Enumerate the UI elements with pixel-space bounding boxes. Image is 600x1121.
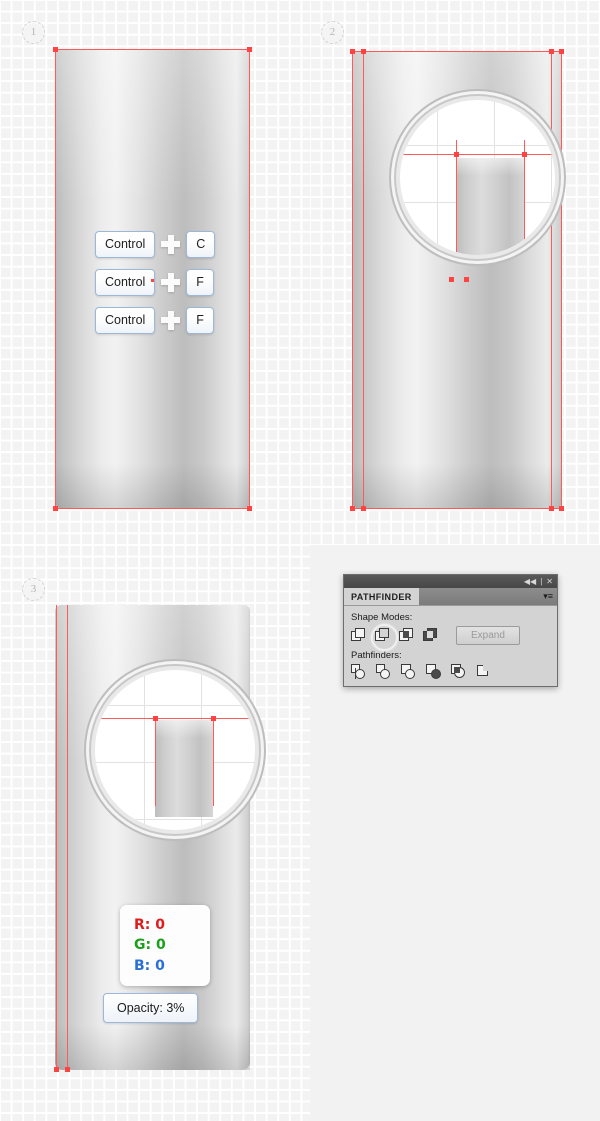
step3-lens-metal <box>155 720 213 817</box>
pathfinder-body: Shape Modes: Expand Pathfinders: <box>344 606 557 686</box>
step2-anchor-tl <box>350 49 355 54</box>
step2-loose-anchor-1 <box>449 277 454 282</box>
shape-modes-row: Expand <box>351 624 550 651</box>
plus-icon-2 <box>161 272 181 292</box>
step3-anchor-bl2 <box>65 1067 70 1072</box>
step2-lens-vguide-right <box>524 140 525 255</box>
shortcut-row-2: Control F <box>95 269 214 296</box>
merge-icon[interactable] <box>401 664 416 679</box>
step2-lens-anchor-right <box>522 152 527 157</box>
step2-lens-metal <box>456 158 524 255</box>
step2-lens-anchor-left <box>454 152 459 157</box>
plus-icon-1 <box>161 234 181 254</box>
step2-anchor-br <box>559 506 564 511</box>
step3-lens-vguide-left <box>155 718 156 806</box>
step1-anchor-tr <box>247 47 252 52</box>
step2-anchor-bl2 <box>361 506 366 511</box>
step3-anchor-bl <box>54 1067 59 1072</box>
step2-anchor-tr <box>559 49 564 54</box>
step2-magnifier-lens <box>400 100 555 255</box>
expand-button[interactable]: Expand <box>456 626 520 645</box>
plus-icon-3 <box>161 310 181 330</box>
step2-bottom-shade <box>352 463 562 509</box>
titlebar-divider: | <box>540 576 543 586</box>
tab-pathfinder[interactable]: PATHFINDER <box>344 588 419 605</box>
step2-anchor-br2 <box>549 506 554 511</box>
step-badge-3: 3 <box>22 578 45 601</box>
outline-icon[interactable] <box>451 664 466 679</box>
step3-lens-hguide <box>95 718 255 719</box>
step1-bottom-shade <box>55 463 250 509</box>
pathfinder-panel: ◀◀ | ✕ PATHFINDER ▾≡ Shape Modes: Expand… <box>343 574 558 687</box>
rgb-red-value: R: 0 <box>134 917 165 933</box>
rgb-color-card: R: 0 G: 0 B: 0 <box>120 905 210 986</box>
step2-anchor-bl <box>350 506 355 511</box>
step1-anchor-tl <box>53 47 58 52</box>
step2-anchor-tr2 <box>549 49 554 54</box>
step3-lens-anchor-right <box>211 716 216 721</box>
step2-lens-hguide <box>400 154 555 155</box>
pathfinders-row <box>351 664 550 679</box>
minus-front-icon[interactable] <box>371 624 398 651</box>
step3-lens-sheen <box>155 720 213 738</box>
trim-icon[interactable] <box>376 664 391 679</box>
step1-anchor-bl <box>53 506 58 511</box>
shape-modes-label: Shape Modes: <box>351 612 413 623</box>
step1-path-anchor-mid <box>151 279 154 282</box>
tabbar-filler: ▾≡ <box>419 588 557 605</box>
rgb-green-value: G: 0 <box>134 937 166 954</box>
step3-guide-left-outer <box>56 605 57 1070</box>
intersect-icon[interactable] <box>399 628 414 643</box>
step2-lens-sheen <box>456 158 524 176</box>
shortcut-row-1: Control C <box>95 231 216 258</box>
step-badge-2: 2 <box>321 21 344 44</box>
collapse-icon[interactable]: ◀◀ <box>524 577 536 586</box>
key-f-1[interactable]: F <box>186 269 214 296</box>
step3-lens-anchor-left <box>153 716 158 721</box>
key-c[interactable]: C <box>186 231 216 258</box>
divide-icon[interactable] <box>351 664 366 679</box>
illustration-canvas: 1 Control C Control F Control F 2 3 R: 0… <box>0 0 600 1121</box>
step2-loose-anchor-2 <box>464 277 469 282</box>
pathfinder-titlebar: ◀◀ | ✕ <box>344 575 557 588</box>
step2-anchor-tl2 <box>361 49 366 54</box>
key-control-3[interactable]: Control <box>95 307 156 334</box>
key-control-2[interactable]: Control <box>95 269 156 296</box>
exclude-icon[interactable] <box>423 628 438 643</box>
unite-icon[interactable] <box>351 628 366 643</box>
step3-magnifier-lens <box>95 670 255 830</box>
step3-lens-vguide-right <box>213 718 214 806</box>
step1-top-sheen <box>55 49 250 206</box>
key-f-2[interactable]: F <box>186 307 214 334</box>
step3-guide-left-inner <box>67 605 68 1070</box>
rgb-blue-value: B: 0 <box>134 957 165 974</box>
opacity-label[interactable]: Opacity: 3% <box>103 993 199 1023</box>
key-control-1[interactable]: Control <box>95 231 156 258</box>
minus-back-icon[interactable] <box>476 664 491 679</box>
step2-guide-left <box>363 51 364 509</box>
step-badge-1: 1 <box>22 21 45 44</box>
panel-menu-icon[interactable]: ▾≡ <box>543 592 553 601</box>
crop-icon[interactable] <box>426 664 441 679</box>
shortcut-row-3: Control F <box>95 307 214 334</box>
close-icon[interactable]: ✕ <box>546 577 553 586</box>
step3-bottom-shade <box>55 1023 250 1070</box>
step1-anchor-br <box>247 506 252 511</box>
step2-lens-vguide-left <box>456 140 457 255</box>
pathfinders-label: Pathfinders: <box>351 650 402 661</box>
pathfinder-tabbar: PATHFINDER ▾≡ <box>344 588 557 606</box>
